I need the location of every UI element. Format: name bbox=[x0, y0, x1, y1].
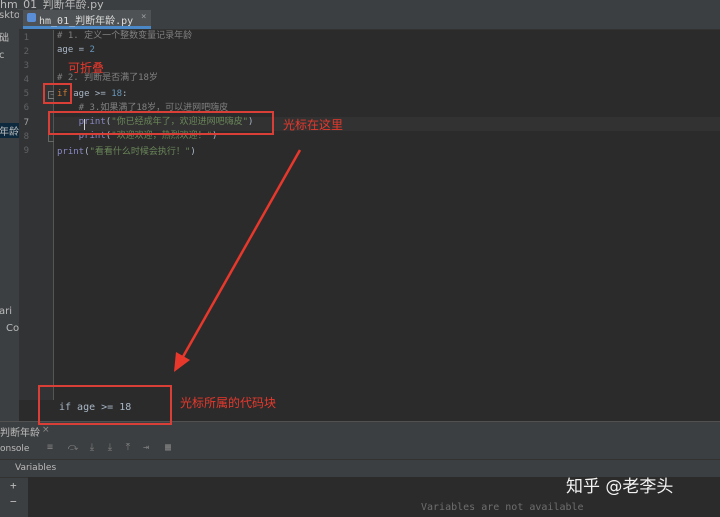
arrow-shaft bbox=[178, 149, 302, 363]
watermark: 知乎 @老李头 bbox=[566, 477, 674, 497]
arrow-head bbox=[174, 352, 190, 372]
annotation-arrow-icon bbox=[174, 149, 302, 372]
